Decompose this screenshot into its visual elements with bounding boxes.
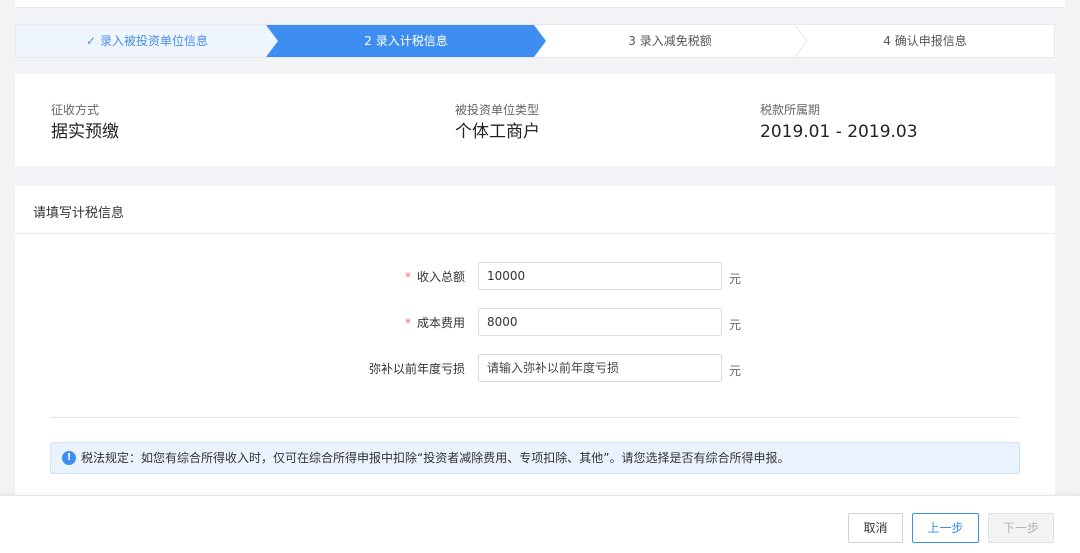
tax-period: 税款所属期 2019.01 - 2019.03 bbox=[760, 102, 918, 144]
tax-rule-notice: ! 税法规定：如您有综合所得收入时，仅可在综合所得申报中扣除“投资者减除费用、专… bbox=[50, 442, 1020, 474]
tax-calculation-form: 请填写计税信息 *收入总额 元 *成本费用 元 弥补以前年度亏损 元 ! 税法规… bbox=[15, 186, 1055, 496]
cost-unit: 元 bbox=[729, 318, 742, 332]
step-3-label: 3 录入减免税额 bbox=[628, 34, 712, 48]
form-title: 请填写计税信息 bbox=[33, 206, 125, 221]
prior-loss-unit: 元 bbox=[729, 364, 742, 378]
action-footer: 取消 上一步 下一步 bbox=[0, 495, 1080, 553]
cost-input[interactable] bbox=[478, 308, 722, 336]
form-divider bbox=[15, 233, 1055, 234]
next-step-button[interactable]: 下一步 bbox=[988, 513, 1054, 543]
entity-type: 被投资单位类型 个体工商户 bbox=[455, 102, 540, 144]
check-icon: ✓ bbox=[85, 34, 97, 48]
notice-text: 税法规定：如您有综合所得收入时，仅可在综合所得申报中扣除“投资者减除费用、专项扣… bbox=[81, 451, 790, 465]
prior-loss-label: 弥补以前年度亏损 bbox=[368, 362, 465, 376]
top-strip bbox=[0, 0, 1080, 10]
form-row-cost: *成本费用 元 bbox=[15, 308, 1055, 336]
collection-method: 征收方式 据实预缴 bbox=[51, 102, 119, 144]
total-income-unit: 元 bbox=[729, 272, 742, 286]
declaration-info-card: 征收方式 据实预缴 被投资单位类型 个体工商户 税款所属期 2019.01 - … bbox=[15, 74, 1055, 166]
step-4-label: 4 确认申报信息 bbox=[883, 34, 967, 48]
form-row-total-income: *收入总额 元 bbox=[15, 262, 1055, 290]
step-1-label: 录入被投资单位信息 bbox=[100, 34, 209, 48]
required-mark: * bbox=[404, 270, 411, 284]
step-2[interactable]: 2 录入计税信息 bbox=[266, 25, 546, 57]
form-row-prior-loss: 弥补以前年度亏损 元 bbox=[15, 354, 1055, 382]
entity-type-value: 个体工商户 bbox=[455, 122, 540, 142]
collection-method-value: 据实预缴 bbox=[51, 122, 119, 142]
info-icon: ! bbox=[62, 451, 76, 465]
cost-label: * 成本费用 bbox=[404, 316, 465, 330]
prior-loss-input[interactable] bbox=[478, 354, 722, 382]
step-1[interactable]: ✓ 录入被投资单位信息 bbox=[16, 25, 278, 57]
step-3[interactable]: 3 录入减免税额 bbox=[534, 25, 806, 57]
step-2-label: 2 录入计税信息 bbox=[364, 34, 448, 48]
section-divider bbox=[50, 417, 1020, 418]
total-income-label: * 收入总额 bbox=[404, 270, 465, 284]
tax-period-value: 2019.01 - 2019.03 bbox=[760, 122, 918, 142]
entity-type-label: 被投资单位类型 bbox=[455, 103, 540, 117]
step-indicator: ✓ 录入被投资单位信息 2 录入计税信息 3 录入减免税额 4 确认申报信息 bbox=[15, 24, 1055, 58]
cancel-button[interactable]: 取消 bbox=[848, 513, 903, 543]
total-income-input[interactable] bbox=[478, 262, 722, 290]
step-4[interactable]: 4 确认申报信息 bbox=[794, 25, 1056, 57]
previous-step-button[interactable]: 上一步 bbox=[912, 513, 979, 543]
required-mark: * bbox=[404, 316, 411, 330]
top-card-edge bbox=[15, 0, 1065, 8]
collection-method-label: 征收方式 bbox=[51, 103, 100, 117]
tax-period-label: 税款所属期 bbox=[760, 103, 821, 117]
